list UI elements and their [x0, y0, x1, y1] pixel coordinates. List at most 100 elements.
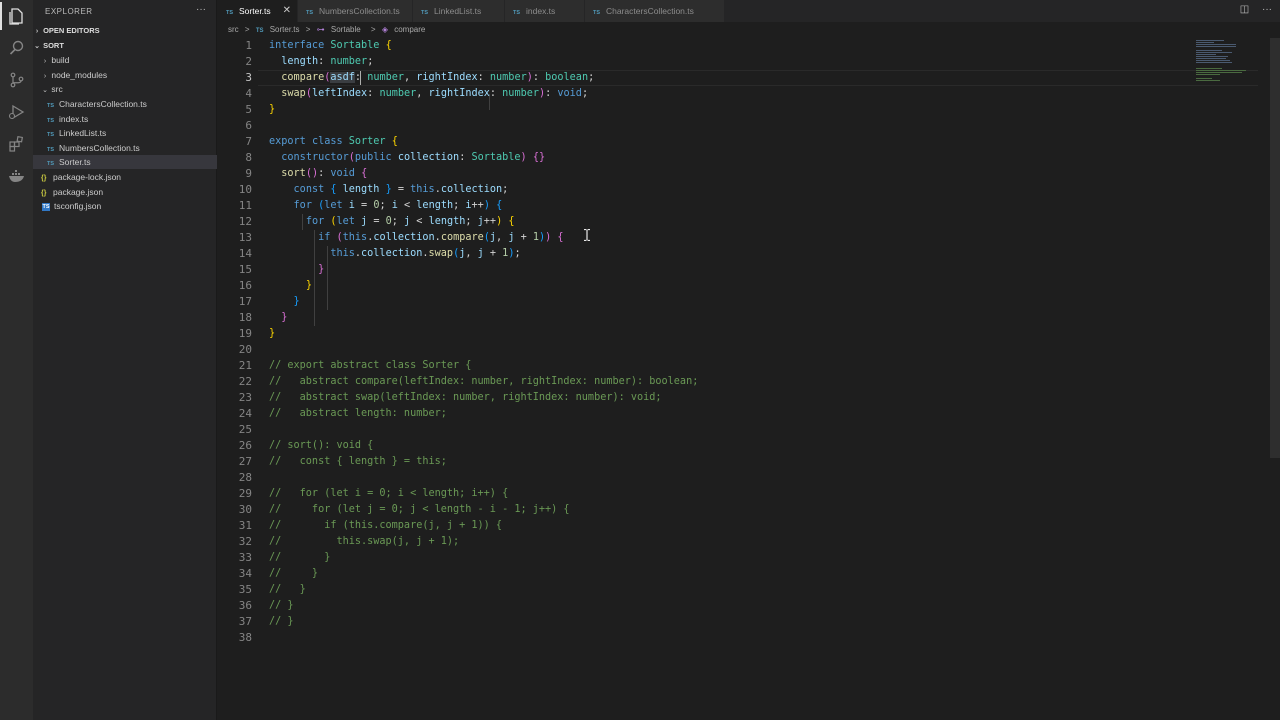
code-line: 29// for (let i = 0; i < length; i++) {: [238, 487, 509, 500]
breadcrumb: src > TS Sorter.ts > ⊶ Sortable > ◈ comp…: [228, 25, 433, 37]
code-line: 11 for (let i = 0; i < length; i++) {: [238, 199, 503, 212]
code-line: 20: [238, 343, 252, 356]
code-line: 14 this.collection.swap(j, j + 1);: [238, 247, 521, 260]
text-cursor: [360, 71, 361, 85]
code-line: 4 swap(leftIndex: number, rightIndex: nu…: [245, 87, 589, 100]
tree-item-node-modules[interactable]: › node_modules: [33, 68, 217, 82]
typescript-file-icon: TS: [47, 132, 55, 138]
breadcrumb-method[interactable]: ◈ compare: [382, 25, 430, 34]
chevron-down-icon: ⌄: [34, 43, 40, 50]
tree-item-sorter[interactable]: TS Sorter.ts: [33, 155, 217, 169]
code-line: 15 }: [238, 263, 325, 276]
mouse-ibeam-icon: [584, 229, 590, 241]
tab-numbers-collection[interactable]: TS NumbersCollection.ts: [298, 0, 413, 22]
code-line: 5}: [245, 103, 276, 116]
explorer-icon[interactable]: [0, 0, 33, 32]
code-line: 36// }: [238, 599, 294, 612]
chevron-right-icon: ›: [43, 58, 47, 65]
code-line: 27// const { length } = this;: [238, 455, 447, 468]
typescript-file-icon: TS: [513, 10, 521, 16]
code-line: 17 }: [238, 295, 300, 308]
code-line: 7 export class Sorter {: [245, 135, 398, 148]
code-line: 35// }: [238, 583, 306, 596]
code-line: 18 }: [238, 311, 288, 324]
project-section[interactable]: ⌄ SORT: [33, 39, 217, 53]
vertical-scrollbar[interactable]: [1270, 38, 1280, 458]
breadcrumb-file[interactable]: Sorter.ts: [270, 25, 300, 34]
activity-bar: [0, 0, 33, 720]
code-line: 38: [238, 631, 252, 644]
more-actions-icon[interactable]: ···: [196, 4, 206, 15]
breadcrumb-interface[interactable]: ⊶ Sortable: [317, 25, 365, 34]
code-line: 25: [238, 423, 252, 436]
tree-item-linked-list[interactable]: TS LinkedList.ts: [33, 126, 217, 140]
json-file-icon: {}: [41, 175, 47, 182]
breadcrumb-separator: >: [370, 25, 376, 34]
code-line: 22// abstract compare(leftIndex: number,…: [238, 375, 699, 388]
code-line-current: 3 compare(asdf: number, rightIndex: numb…: [218, 70, 1258, 86]
code-line: 9 sort(): void {: [245, 167, 368, 180]
typescript-file-icon: TS: [255, 28, 264, 34]
tree-item-characters-collection[interactable]: TS CharactersCollection.ts: [33, 97, 217, 111]
tab-index[interactable]: TS index.ts: [505, 0, 585, 22]
code-line: 31// if (this.compare(j, j + 1)) {: [238, 519, 503, 532]
code-line: 10 const { length } = this.collection;: [238, 183, 509, 196]
code-line: 13 if (this.collection.compare(j, j + 1)…: [238, 231, 564, 244]
open-editors-section[interactable]: › OPEN EDITORS: [33, 24, 217, 38]
typescript-file-icon: TS: [593, 10, 601, 16]
run-debug-icon[interactable]: [0, 96, 33, 128]
split-editor-icon[interactable]: ◫: [1240, 4, 1249, 15]
chevron-down-icon: ⌄: [42, 87, 48, 94]
method-symbol-icon: ◈: [381, 25, 388, 34]
code-line: 34// }: [238, 567, 319, 580]
explorer-title: EXPLORER: [45, 7, 93, 16]
typescript-file-icon: TS: [226, 10, 234, 16]
docker-icon[interactable]: [0, 160, 33, 192]
tab-characters-collection[interactable]: TS CharactersCollection.ts: [585, 0, 725, 22]
code-line: 21// export abstract class Sorter {: [238, 359, 472, 372]
code-line: 2 length: number;: [245, 55, 374, 68]
code-line: 33// }: [238, 551, 331, 564]
code-line: 37// }: [238, 615, 294, 628]
code-line: 23// abstract swap(leftIndex: number, ri…: [238, 391, 662, 404]
code-line: 1 interface Sortable {: [245, 39, 392, 52]
explorer-sidebar: EXPLORER ··· › OPEN EDITORS ⌄ SORT › bui…: [33, 0, 217, 720]
tab-sorter[interactable]: TS Sorter.ts ✕: [218, 0, 298, 22]
breadcrumb-separator: >: [244, 25, 250, 34]
typescript-file-icon: TS: [306, 10, 314, 16]
tree-item-package-lock[interactable]: {} package-lock.json: [33, 170, 217, 184]
tree-item-package-json[interactable]: {} package.json: [33, 185, 217, 199]
more-actions-icon[interactable]: ···: [1262, 4, 1272, 15]
breadcrumb-separator: >: [305, 25, 311, 34]
close-icon[interactable]: ✕: [283, 0, 291, 22]
editor-tab-bar: TS Sorter.ts ✕ TS NumbersCollection.ts TS L…: [218, 0, 1280, 22]
interface-symbol-icon: ⊶: [316, 25, 325, 34]
typescript-file-icon: TS: [47, 161, 55, 167]
code-line: 12 for (let j = 0; j < length; j++) {: [238, 215, 515, 228]
tree-item-tsconfig[interactable]: TS tsconfig.json: [33, 199, 217, 213]
tsconfig-file-icon: TS: [42, 202, 50, 211]
code-line: 32// this.swap(j, j + 1);: [238, 535, 460, 548]
search-icon[interactable]: [0, 32, 33, 64]
code-line: 8 constructor(public collection: Sortabl…: [245, 151, 546, 164]
tree-item-index[interactable]: TS index.ts: [33, 112, 217, 126]
minimap[interactable]: [1196, 38, 1262, 88]
tree-item-build[interactable]: › build: [33, 53, 217, 67]
code-line: 26// sort(): void {: [238, 439, 374, 452]
typescript-file-icon: TS: [421, 10, 429, 16]
tab-linked-list[interactable]: TS LinkedList.ts: [413, 0, 505, 22]
code-editor[interactable]: 1 interface Sortable { 2 length: number; …: [218, 38, 1270, 720]
code-line: 6: [245, 119, 252, 132]
chevron-right-icon: ›: [35, 28, 39, 35]
source-control-icon[interactable]: [0, 64, 33, 96]
extensions-icon[interactable]: [0, 128, 33, 160]
breadcrumb-folder[interactable]: src: [228, 25, 239, 34]
code-line: 24// abstract length: number;: [238, 407, 447, 420]
tree-item-src[interactable]: ⌄ src: [33, 82, 217, 96]
code-line: 30// for (let j = 0; j < length - i - 1;…: [238, 503, 570, 516]
code-line: 19}: [238, 327, 276, 340]
code-line: 16 }: [238, 279, 312, 292]
code-line: 28: [238, 471, 252, 484]
tree-item-numbers-collection[interactable]: TS NumbersCollection.ts: [33, 141, 217, 155]
typescript-file-icon: TS: [47, 103, 55, 109]
